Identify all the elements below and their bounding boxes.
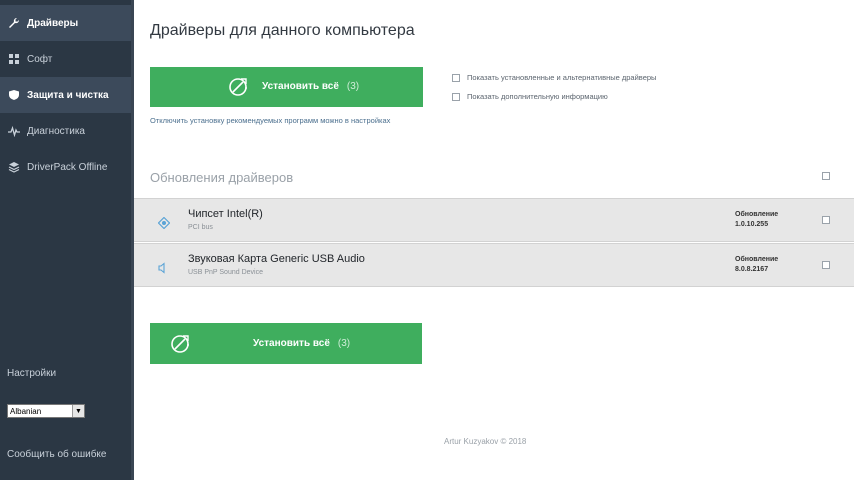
show-info-label: Показать дополнительную информацию — [467, 92, 608, 101]
main-content: Драйверы для данного компьютера Установи… — [134, 0, 854, 480]
install-all-button-bottom[interactable]: Установить всё (3) — [150, 323, 422, 364]
sidebar-item-protection[interactable]: Защита и чистка — [0, 77, 131, 113]
driver-bus: PCI bus — [188, 224, 213, 231]
install-all-count: (3) — [346, 81, 360, 92]
driver-checkbox[interactable] — [822, 261, 830, 269]
update-label: Обновление — [735, 256, 779, 263]
show-info-option[interactable]: Показать дополнительную информацию — [452, 92, 608, 101]
update-version: 1.0.10.255 — [735, 221, 769, 228]
language-select[interactable]: Albanian ▼ — [7, 404, 85, 418]
driver-name: Чипсет Intel(R) — [188, 208, 263, 220]
speaker-icon — [158, 262, 165, 274]
pulse-icon — [7, 124, 21, 138]
report-error-link[interactable]: Сообщить об ошибке — [7, 449, 106, 460]
show-installed-option[interactable]: Показать установленные и альтернативные … — [452, 73, 656, 82]
footer-copyright: Artur Kuzyakov © 2018 — [444, 437, 527, 446]
sidebar-item-label: DriverPack Offline — [27, 161, 108, 173]
section-title: Обновления драйверов — [150, 170, 294, 185]
sidebar-item-label: Софт — [27, 53, 53, 65]
chevron-down-icon[interactable]: ▼ — [72, 405, 84, 417]
install-all-label: Установить всё — [262, 81, 339, 92]
sidebar-item-label: Драйверы — [27, 17, 79, 29]
sidebar-item-soft[interactable]: Софт — [0, 41, 131, 77]
install-icon — [229, 78, 247, 96]
sidebar: Драйверы Софт Защита и чистка Диагностик… — [0, 0, 131, 480]
settings-label: Настройки — [7, 368, 57, 379]
grid-icon — [7, 52, 21, 66]
install-icon — [171, 335, 189, 353]
chip-icon — [158, 217, 170, 229]
install-all-label: Установить всё — [253, 338, 330, 349]
show-installed-checkbox[interactable] — [452, 73, 460, 82]
layers-icon — [7, 160, 21, 174]
driver-bus: USB PnP Sound Device — [188, 269, 263, 276]
driver-row[interactable]: Чипсет Intel(R) PCI bus Обновление 1.0.1… — [134, 198, 854, 242]
update-label: Обновление — [735, 211, 779, 218]
sidebar-item-diagnostics[interactable]: Диагностика — [0, 113, 131, 149]
sidebar-item-drivers[interactable]: Драйверы — [0, 5, 131, 41]
show-installed-label: Показать установленные и альтернативные … — [467, 73, 657, 82]
sidebar-item-label: Защита и чистка — [27, 89, 109, 101]
select-all-checkbox[interactable] — [822, 172, 830, 180]
driver-row[interactable]: Звуковая Карта Generic USB Audio USB PnP… — [134, 243, 854, 287]
disable-recommended-link[interactable]: Отключить установку рекомендуемых програ… — [150, 116, 390, 125]
language-value: Albanian — [10, 406, 42, 416]
wrench-icon — [7, 16, 21, 30]
install-all-button[interactable]: Установить всё (3) — [150, 67, 423, 107]
show-info-checkbox[interactable] — [452, 92, 460, 101]
page-title: Драйверы для данного компьютера — [150, 22, 415, 39]
shield-icon — [7, 88, 21, 102]
sidebar-item-offline[interactable]: DriverPack Offline — [0, 149, 131, 185]
sidebar-item-label: Диагностика — [27, 125, 85, 137]
install-all-count: (3) — [337, 338, 351, 349]
driver-checkbox[interactable] — [822, 216, 830, 224]
update-version: 8.0.8.2167 — [735, 266, 769, 273]
driver-name: Звуковая Карта Generic USB Audio — [188, 253, 365, 265]
